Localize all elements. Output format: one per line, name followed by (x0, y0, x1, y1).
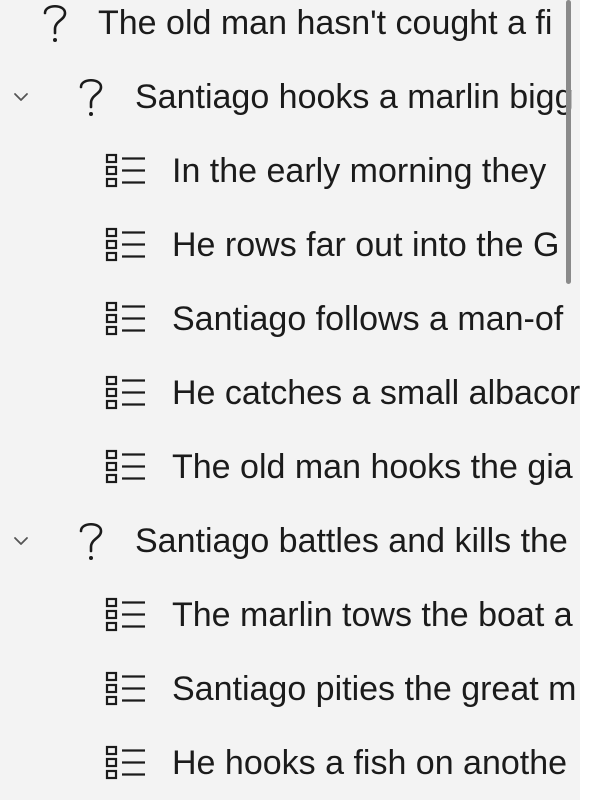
tree-item-detail[interactable]: In the early morning they (0, 134, 580, 208)
chevron-down-icon[interactable] (12, 88, 30, 106)
tree-item-label: He catches a small albacor (172, 374, 580, 412)
list-icon (105, 745, 145, 780)
tree-item-label: He rows far out into the G (172, 226, 560, 264)
tree-item-detail[interactable]: The marlin tows the boat a (0, 578, 580, 652)
tree-item-detail[interactable]: He catches a small albacor (0, 356, 580, 430)
tree-item-question[interactable]: The old man hasn't cought a fi (0, 0, 580, 60)
list-icon (105, 671, 145, 706)
list-icon (105, 153, 145, 188)
question-icon (79, 522, 103, 560)
outline-tree: The old man hasn't cought a fi Santiago … (0, 0, 580, 800)
chevron-down-icon[interactable] (12, 532, 30, 550)
tree-item-detail[interactable]: Santiago pities the great m (0, 652, 580, 726)
tree-item-label: In the early morning they (172, 152, 547, 190)
tree-item-detail[interactable]: Santiago follows a man-of (0, 282, 580, 356)
tree-item-label: Santiago battles and kills the (135, 522, 568, 560)
tree-item-label: The marlin tows the boat a (172, 596, 573, 634)
question-icon (43, 4, 67, 42)
list-icon (105, 597, 145, 632)
tree-item-detail[interactable]: He hooks a fish on anothe (0, 726, 580, 800)
list-icon (105, 301, 145, 336)
tree-item-label: Santiago pities the great m (172, 670, 577, 708)
tree-item-question[interactable]: Santiago hooks a marlin bigg (0, 60, 580, 134)
tree-item-detail[interactable]: The old man hooks the gia (0, 430, 580, 504)
question-icon (79, 78, 103, 116)
tree-item-question[interactable]: Santiago battles and kills the (0, 504, 580, 578)
list-icon (105, 375, 145, 410)
tree-item-label: Santiago hooks a marlin bigg (135, 78, 574, 116)
tree-item-detail[interactable]: He rows far out into the G (0, 208, 580, 282)
list-icon (105, 449, 145, 484)
tree-item-label: The old man hasn't cought a fi (98, 4, 553, 42)
tree-item-label: He hooks a fish on anothe (172, 744, 568, 782)
tree-item-label: Santiago follows a man-of (172, 300, 564, 338)
vertical-scrollbar-thumb[interactable] (566, 0, 571, 284)
list-icon (105, 227, 145, 262)
right-gutter (580, 0, 616, 800)
tree-item-label: The old man hooks the gia (172, 448, 573, 486)
